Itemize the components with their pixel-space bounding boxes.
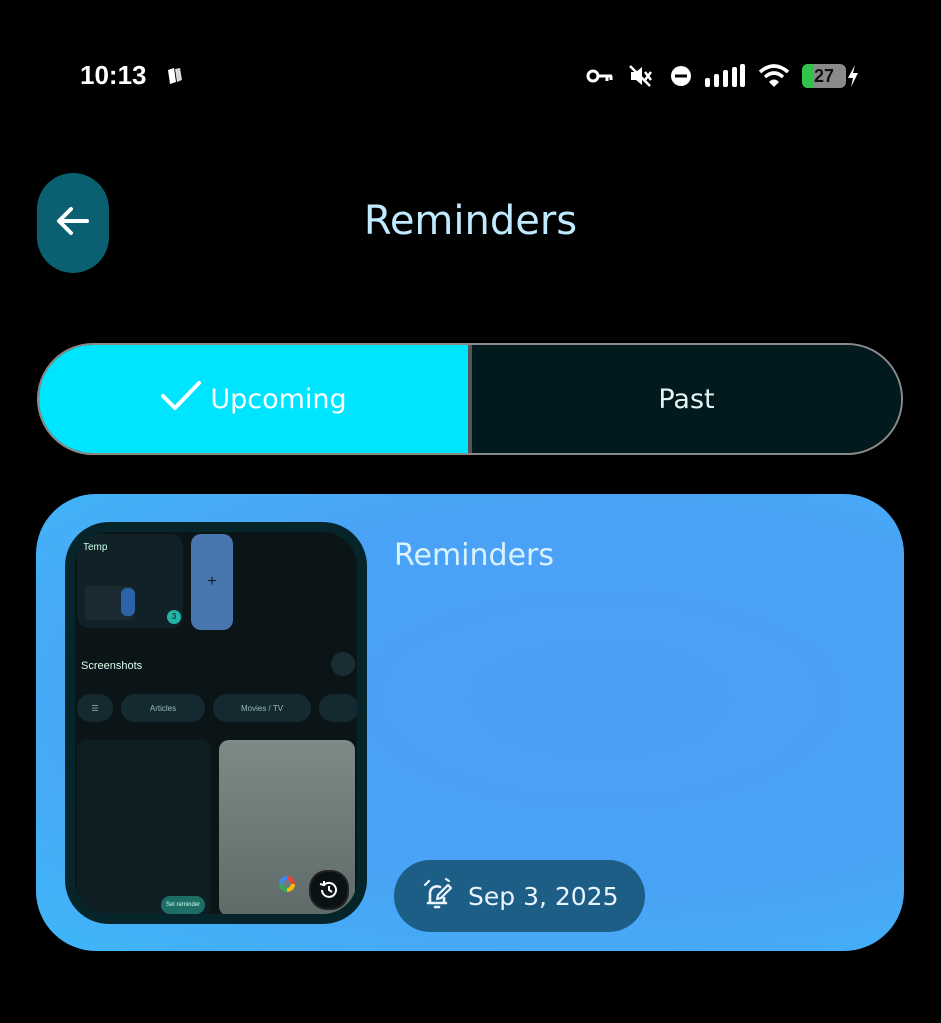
thumbnail-reminder-button: Set reminder <box>161 896 205 914</box>
reminder-filter-tabs: Upcoming Past <box>37 343 903 455</box>
reminder-title: Reminders <box>394 538 554 573</box>
vpn-key-icon <box>586 62 614 90</box>
muted-icon <box>627 62 653 90</box>
reminder-date: Sep 3, 2025 <box>468 881 619 911</box>
thumbnail-folder-card: Temp 3 <box>77 534 183 628</box>
thumbnail-chip-movies: Movies / TV <box>213 694 311 722</box>
tab-past[interactable]: Past <box>472 345 901 453</box>
history-icon <box>309 870 349 910</box>
thumbnail-section-label: Screenshots <box>81 660 143 672</box>
notification-icon <box>164 62 188 90</box>
alarm-edit-icon <box>420 877 454 916</box>
battery-icon: 27 <box>802 64 846 88</box>
reminder-card[interactable]: Temp 3 + Screenshots ☰ Articles Movies /… <box>36 494 904 951</box>
status-time: 10:13 <box>80 60 147 90</box>
thumbnail-count-badge: 3 <box>167 610 181 624</box>
google-icon <box>279 876 295 892</box>
reminder-date-chip[interactable]: Sep 3, 2025 <box>394 860 645 932</box>
tab-upcoming[interactable]: Upcoming <box>39 345 468 453</box>
dnd-icon <box>670 62 692 90</box>
wifi-icon <box>758 62 790 90</box>
tab-past-label: Past <box>658 383 715 415</box>
battery-level: 27 <box>813 65 835 86</box>
tab-upcoming-label: Upcoming <box>210 383 347 415</box>
thumbnail-preview-accent <box>121 588 135 616</box>
signal-icon <box>704 62 746 90</box>
thumbnail-folder-label: Temp <box>83 542 108 553</box>
thumbnail-chip-more <box>319 694 357 722</box>
thumbnail-tile <box>77 740 211 914</box>
check-icon <box>160 379 202 420</box>
status-bar: 10:13 27 <box>0 0 941 150</box>
page-title: Reminders <box>363 198 578 244</box>
thumbnail-add-button: + <box>191 534 233 630</box>
thumbnail-chip-articles: Articles <box>121 694 205 722</box>
charging-icon <box>846 62 860 90</box>
thumbnail-layout-icon <box>331 652 355 676</box>
thumbnail-screen: Temp 3 + Screenshots ☰ Articles Movies /… <box>75 532 357 914</box>
reminder-thumbnail: Temp 3 + Screenshots ☰ Articles Movies /… <box>65 522 367 924</box>
thumbnail-filter-icon: ☰ <box>77 694 113 722</box>
